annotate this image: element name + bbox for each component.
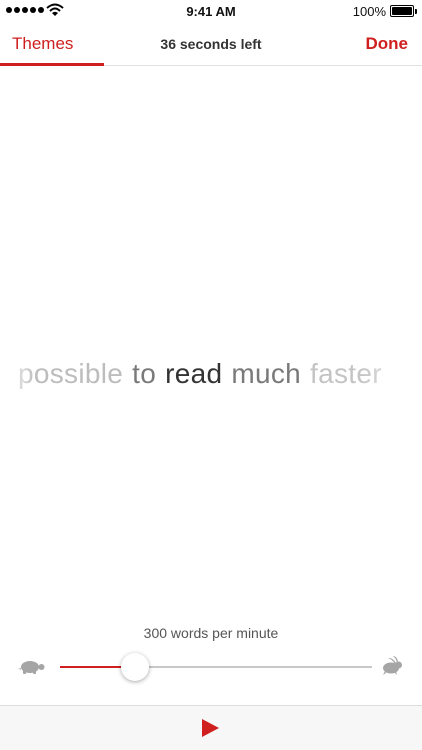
themes-selected-indicator bbox=[0, 63, 104, 66]
fade-left bbox=[0, 356, 36, 396]
battery-percentage: 100% bbox=[352, 4, 386, 19]
speed-slider[interactable] bbox=[60, 652, 372, 682]
reading-line: possible to read much faster bbox=[0, 356, 422, 396]
turtle-icon bbox=[18, 661, 45, 674]
speed-label: 300 words per minute bbox=[143, 625, 279, 641]
play-icon[interactable] bbox=[200, 718, 220, 738]
rabbit-icon bbox=[383, 656, 402, 675]
word-next-1: much bbox=[231, 358, 302, 389]
word-previous-1: to bbox=[132, 358, 157, 389]
done-button[interactable]: Done bbox=[366, 34, 409, 54]
bottom-toolbar bbox=[0, 705, 422, 750]
fade-right bbox=[362, 356, 422, 396]
navigation-bar: Themes 36 seconds left Done bbox=[0, 22, 422, 66]
time-remaining-title: 36 seconds left bbox=[160, 36, 262, 52]
word-stream: possible to read much faster bbox=[18, 358, 391, 390]
word-current: read bbox=[165, 358, 223, 389]
status-bar: 9:41 AM 100% bbox=[0, 0, 422, 22]
battery-icon bbox=[390, 5, 417, 17]
slider-thumb[interactable] bbox=[120, 653, 149, 681]
